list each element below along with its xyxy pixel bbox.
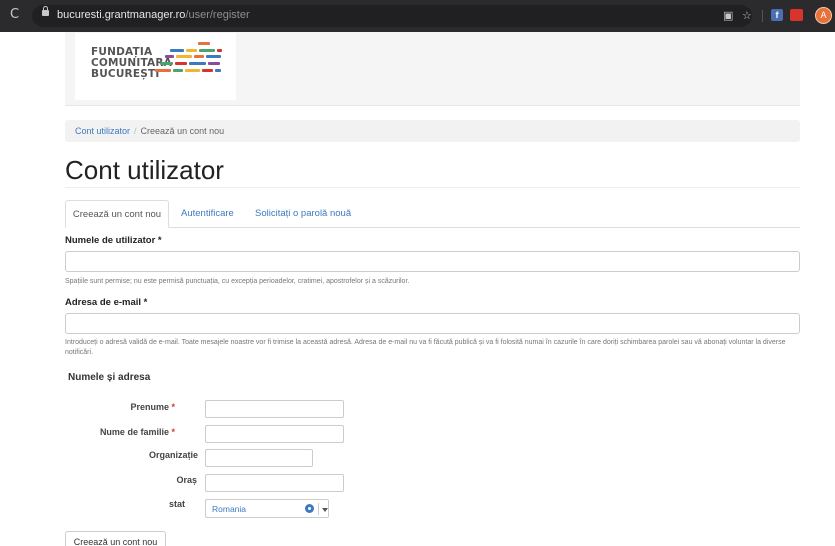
create-account-button[interactable]: Creează un cont nou: [65, 531, 166, 546]
breadcrumb-home-link[interactable]: Cont utilizator: [75, 126, 130, 136]
city-input[interactable]: [205, 474, 344, 492]
clear-selection-icon[interactable]: [305, 504, 314, 513]
profile-avatar[interactable]: A: [815, 7, 832, 24]
reload-icon[interactable]: C: [10, 7, 19, 22]
tab-request-password[interactable]: Solicitați o parolă nouă: [245, 200, 361, 228]
last-name-label: Nume de familie *: [55, 427, 175, 437]
first-name-label-text: Prenume: [130, 402, 169, 412]
lock-icon: [42, 6, 49, 16]
star-bookmark-icon[interactable]: ☆: [742, 9, 752, 22]
chevron-down-icon[interactable]: [322, 508, 328, 512]
logo-bar: [186, 49, 197, 52]
email-input[interactable]: [65, 313, 800, 334]
logo-bar: [185, 69, 200, 72]
logo-bar: [160, 62, 173, 65]
logo-bar: [173, 69, 183, 72]
breadcrumb-current: Creează un cont nou: [140, 126, 225, 136]
logo-bar: [155, 69, 171, 72]
logo-bar: [208, 62, 220, 65]
logo-bar: [202, 69, 213, 72]
tab-login[interactable]: Autentificare: [171, 200, 244, 228]
title-divider: [65, 187, 800, 188]
logo-bar: [217, 49, 222, 52]
url-path: /user/register: [185, 9, 250, 21]
facebook-extension-icon[interactable]: f: [771, 9, 783, 21]
logo-bar: [194, 55, 204, 58]
breadcrumb-separator: /: [134, 126, 137, 136]
toolbar-divider: [762, 10, 763, 22]
city-label: Oraș: [176, 475, 197, 485]
logo-bar: [175, 62, 187, 65]
organization-input[interactable]: [205, 449, 313, 467]
email-help: Introduceți o adresă validă de e-mail. T…: [65, 339, 786, 356]
required-mark: *: [171, 427, 175, 437]
state-selected-value: Romania: [212, 504, 247, 514]
breadcrumb: Cont utilizator / Creează un cont nou: [65, 120, 800, 142]
select-divider: [318, 503, 319, 515]
username-label: Numele de utilizator *: [65, 235, 162, 246]
first-name-input[interactable]: [205, 400, 344, 418]
username-input[interactable]: [65, 251, 800, 272]
first-name-label: Prenume *: [55, 402, 175, 412]
page-title: Cont utilizator: [65, 155, 224, 185]
red-extension-icon[interactable]: [790, 9, 803, 21]
address-section-title: Numele și adresa: [68, 372, 151, 383]
email-label: Adresa de e-mail *: [65, 297, 148, 308]
state-label: stat: [168, 499, 185, 509]
state-select[interactable]: Romania: [205, 499, 329, 518]
logo-bar: [189, 62, 206, 65]
organization-label: Organizație: [148, 450, 198, 460]
logo-bar: [176, 55, 192, 58]
logo-bar: [215, 69, 221, 72]
url-text[interactable]: bucuresti.grantmanager.ro/user/register: [57, 9, 250, 21]
logo-bar: [165, 55, 174, 58]
logo-bar: [199, 49, 215, 52]
tab-create-account[interactable]: Creează un cont nou: [65, 200, 169, 228]
logo-bar: [206, 55, 221, 58]
username-help: Spațiile sunt permise; nu este permisă p…: [65, 278, 410, 285]
last-name-input[interactable]: [205, 425, 344, 443]
logo-bar: [198, 42, 210, 45]
translate-icon[interactable]: ▣: [723, 9, 733, 22]
url-host: bucuresti.grantmanager.ro: [57, 9, 186, 21]
browser-toolbar: C bucuresti.grantmanager.ro/user/registe…: [0, 0, 835, 32]
last-name-label-text: Nume de familie: [99, 427, 169, 437]
logo-bar: [170, 49, 184, 52]
required-mark: *: [171, 402, 175, 412]
